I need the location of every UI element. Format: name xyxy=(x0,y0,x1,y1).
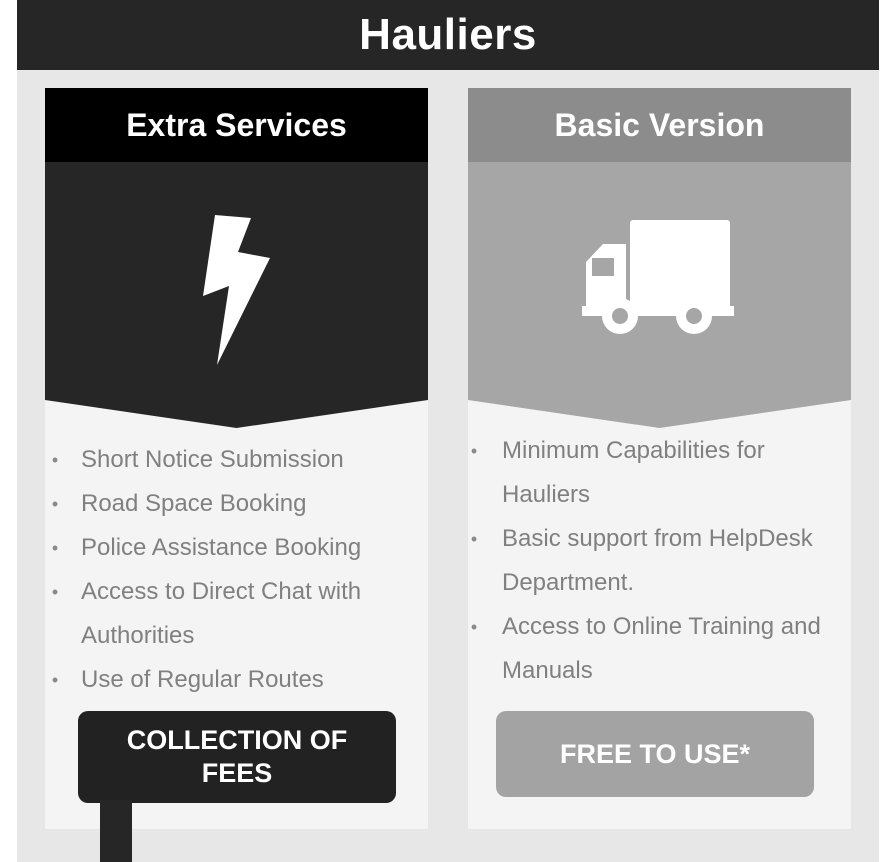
extra-services-features: • Short Notice Submission • Road Space Boo… xyxy=(45,438,428,702)
list-item-continuation: Manuals xyxy=(502,657,593,684)
basic-version-heading: Basic Version xyxy=(468,88,851,162)
basic-version-features: • Minimum Capabilities for Hauliers • Basi… xyxy=(468,429,851,693)
list-item: • Road Space Booking xyxy=(51,490,307,517)
collection-of-fees-button[interactable]: COLLECTION OF FEES xyxy=(78,711,396,803)
list-item: • Use of Regular Routes xyxy=(51,666,324,693)
extra-services-heading: Extra Services xyxy=(45,88,428,162)
cta-line-1: COLLECTION OF xyxy=(126,725,348,755)
free-to-use-button[interactable]: FREE TO USE* xyxy=(496,711,814,797)
extra-services-hero xyxy=(45,162,428,428)
sign-post xyxy=(100,800,132,862)
list-item-continuation: Department. xyxy=(502,569,635,596)
basic-version-hero xyxy=(468,162,851,428)
list-item: • Minimum Capabilities for xyxy=(470,437,765,464)
list-item: • Access to Direct Chat with xyxy=(51,578,362,605)
list-item: • Police Assistance Booking xyxy=(51,534,362,561)
page-title: Hauliers xyxy=(17,0,879,70)
list-item: • Access to Online Training and xyxy=(470,613,821,640)
list-item-continuation: Authorities xyxy=(81,622,195,649)
list-item: • Short Notice Submission xyxy=(51,446,344,473)
list-item-continuation: Hauliers xyxy=(502,481,591,508)
cta-line-2: FEES xyxy=(201,758,273,788)
list-item: • Basic support from HelpDesk xyxy=(470,525,813,552)
